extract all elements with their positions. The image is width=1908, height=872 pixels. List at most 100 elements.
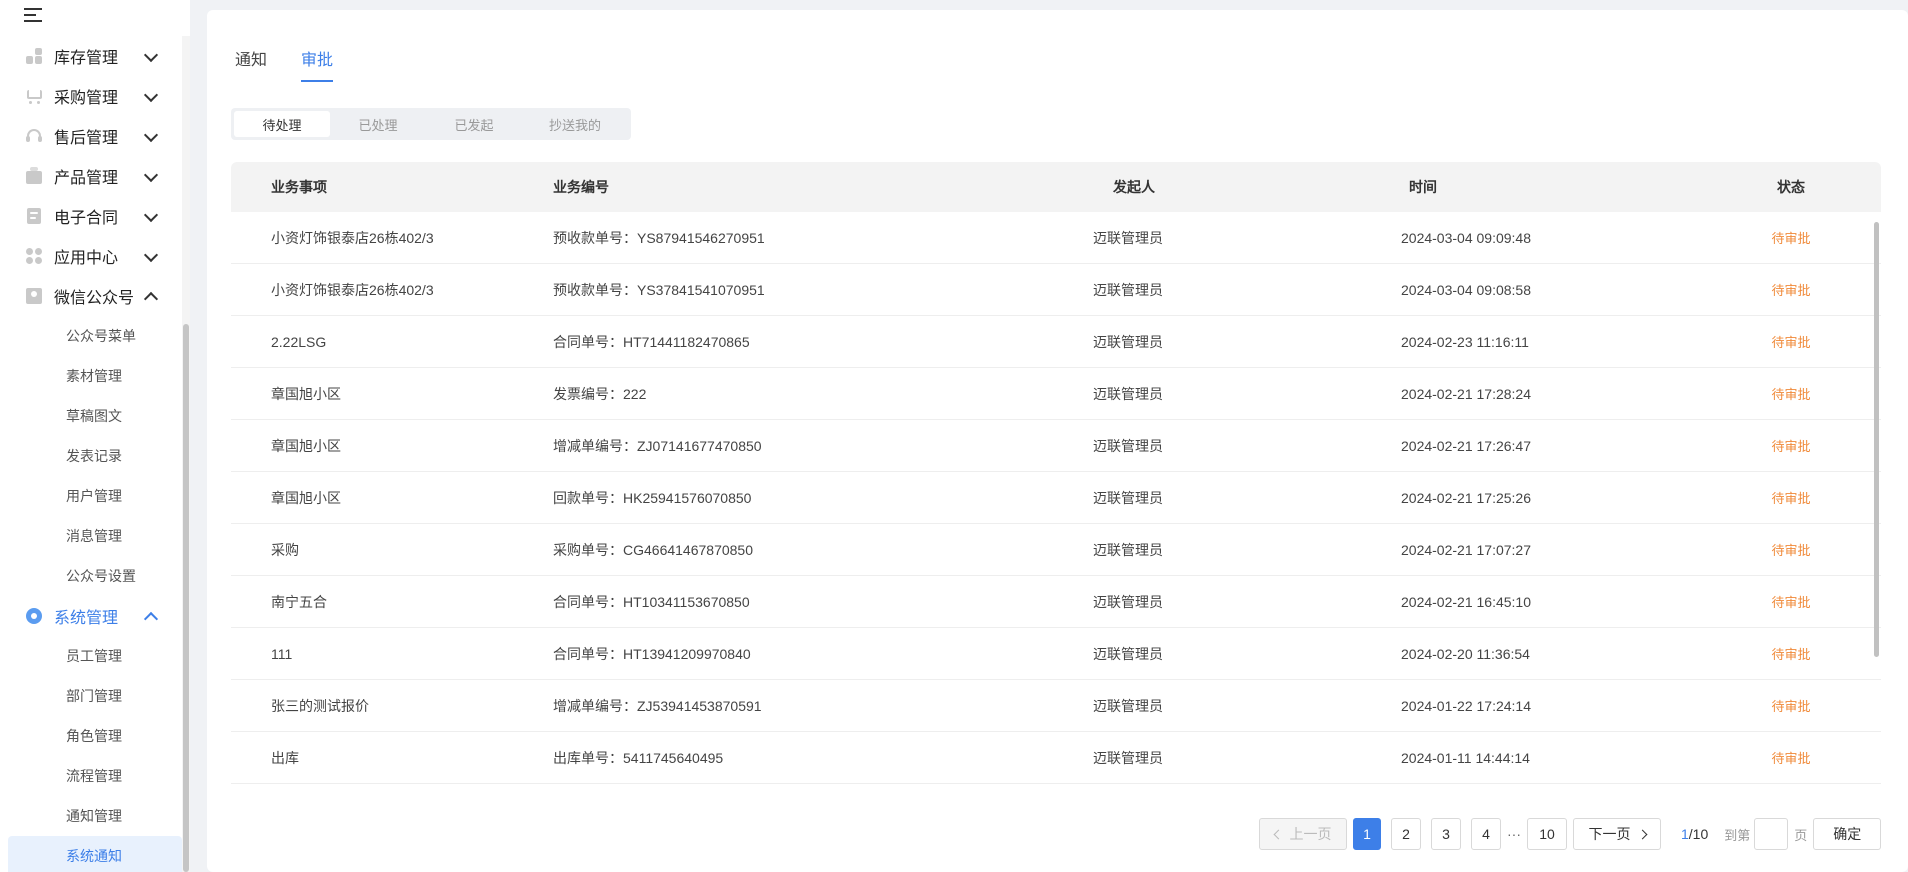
column-header: 业务事项 (271, 179, 327, 195)
table-scrollbar[interactable] (1872, 212, 1881, 794)
wechat-official-icon (24, 286, 44, 306)
sidebar-scrollbar-thumb[interactable] (183, 324, 189, 872)
sidebar-scrollbar[interactable] (182, 36, 190, 872)
menu-toggle-icon[interactable] (24, 4, 46, 26)
cell-time: 2024-02-21 17:26:47 (1401, 437, 1531, 454)
sidebar-subitem-notice-management[interactable]: 通知管理 (0, 796, 190, 836)
cell-status[interactable]: 待审批 (1731, 436, 1851, 455)
sidebar-item-label: 采购管理 (54, 90, 119, 107)
cell-status[interactable]: 待审批 (1731, 696, 1851, 715)
product-icon (24, 166, 44, 186)
cell-initiator: 迈联管理员 (1093, 437, 1163, 454)
table-row[interactable]: 111 合同单号：HT13941209970840 迈联管理员 2024-02-20 … (231, 628, 1881, 680)
sidebar-subitem-system-notice[interactable]: 系统通知 (8, 836, 182, 872)
sidebar-item-purchase[interactable]: 采购管理 (0, 76, 190, 116)
cell-status[interactable]: 待审批 (1731, 228, 1851, 247)
sidebar: 库存管理 采购管理 售后管理 产品管理 电子合同 应用中心 微信公众号 公众号菜… (0, 0, 190, 872)
segment-cc-me[interactable]: 抄送我的 (522, 111, 628, 137)
cell-business-item: 2.22LSG (271, 333, 327, 350)
sidebar-item-app-center[interactable]: 应用中心 (0, 236, 190, 276)
cell-status[interactable]: 待审批 (1731, 540, 1851, 559)
table-row[interactable]: 章国旭小区 回款单号：HK25941576070850 迈联管理员 2024-02-2… (231, 472, 1881, 524)
sidebar-menu: 库存管理 采购管理 售后管理 产品管理 电子合同 应用中心 微信公众号 公众号菜… (0, 36, 190, 872)
cell-business-number: 预收款单号：YS37841541070951 (553, 281, 765, 298)
cell-business-item: 章国旭小区 (271, 385, 341, 402)
sidebar-item-label: 产品管理 (54, 170, 119, 187)
table-row[interactable]: 小资灯饰银泰店26栋402/3 预收款单号：YS37841541070951 迈联管… (231, 264, 1881, 316)
cell-business-item: 采购 (271, 541, 299, 558)
approval-filter-segment: 待处理 已处理 已发起 抄送我的 (231, 108, 631, 140)
table-row[interactable]: 2.22LSG 合同单号：HT71441182470865 迈联管理员 2024-02… (231, 316, 1881, 368)
page-button-4[interactable]: 4 (1471, 818, 1501, 850)
sidebar-item-e-contract[interactable]: 电子合同 (0, 196, 190, 236)
sidebar-subitem-message-management[interactable]: 消息管理 (0, 516, 190, 556)
pagination-ellipsis[interactable]: ··· (1501, 826, 1527, 842)
table-row[interactable]: 章国旭小区 增减单编号：ZJ07141677470850 迈联管理员 2024-02-… (231, 420, 1881, 472)
sidebar-item-system[interactable]: 系统管理 (0, 596, 190, 636)
table-row[interactable]: 张三的测试报价 增减单编号：ZJ53941453870591 迈联管理员 2024-0… (231, 680, 1881, 732)
tab-approval[interactable]: 审批 (301, 46, 334, 82)
cell-initiator: 迈联管理员 (1093, 541, 1163, 558)
segment-pending[interactable]: 待处理 (234, 111, 330, 137)
sidebar-subitem-official-settings[interactable]: 公众号设置 (0, 556, 190, 596)
sidebar-subitem-workflows[interactable]: 流程管理 (0, 756, 190, 796)
page-button-last[interactable]: 10 (1527, 818, 1567, 850)
cell-status[interactable]: 待审批 (1731, 280, 1851, 299)
page-button-2[interactable]: 2 (1391, 818, 1421, 850)
cell-status[interactable]: 待审批 (1731, 592, 1851, 611)
prev-page-button[interactable]: 上一页 (1259, 818, 1347, 850)
sidebar-subitem-materials[interactable]: 素材管理 (0, 356, 190, 396)
next-page-button[interactable]: 下一页 (1573, 818, 1661, 850)
table-scrollbar-thumb[interactable] (1874, 222, 1879, 657)
table-row[interactable]: 出库 出库单号：5411745640495 迈联管理员 2024-01-11 14:4… (231, 732, 1881, 784)
cell-initiator: 迈联管理员 (1093, 593, 1163, 610)
segment-processed[interactable]: 已处理 (330, 111, 426, 137)
cell-business-item: 出库 (271, 749, 299, 766)
cell-initiator: 迈联管理员 (1093, 645, 1163, 662)
cell-status[interactable]: 待审批 (1731, 384, 1851, 403)
table-row[interactable]: 小资灯饰银泰店26栋402/3 预收款单号：YS87941546270951 迈联管… (231, 212, 1881, 264)
cell-time: 2024-02-21 17:25:26 (1401, 489, 1531, 506)
table-row[interactable]: 南宁五合 合同单号：HT10341153670850 迈联管理员 2024-02-21… (231, 576, 1881, 628)
sidebar-subitem-official-menu[interactable]: 公众号菜单 (0, 316, 190, 356)
chevron-up-icon (143, 611, 159, 627)
cell-time: 2024-01-22 17:24:14 (1401, 697, 1531, 714)
page-button-3[interactable]: 3 (1431, 818, 1461, 850)
cell-initiator: 迈联管理员 (1093, 229, 1163, 246)
cell-business-number: 采购单号：CG46641467870850 (553, 541, 754, 558)
contract-icon (24, 206, 44, 226)
cell-status[interactable]: 待审批 (1731, 644, 1851, 663)
cell-initiator: 迈联管理员 (1093, 749, 1163, 766)
prev-page-label: 上一页 (1289, 826, 1332, 842)
page-unit-label: 页 (1794, 827, 1808, 843)
sidebar-subitem-departments[interactable]: 部门管理 (0, 676, 190, 716)
cell-business-item: 章国旭小区 (271, 437, 341, 454)
page-button-1[interactable]: 1 (1353, 818, 1381, 850)
sidebar-subitem-roles[interactable]: 角色管理 (0, 716, 190, 756)
sidebar-subitem-user-management[interactable]: 用户管理 (0, 476, 190, 516)
cell-status[interactable]: 待审批 (1731, 488, 1851, 507)
sidebar-subitem-drafts[interactable]: 草稿图文 (0, 396, 190, 436)
table-header: 业务事项 业务编号 发起人 时间 状态 (231, 162, 1881, 212)
table-row[interactable]: 章国旭小区 发票编号：222 迈联管理员 2024-02-21 17:28:24 待审批 (231, 368, 1881, 420)
sidebar-subitem-employees[interactable]: 员工管理 (0, 636, 190, 676)
sidebar-item-wechat-official[interactable]: 微信公众号 (0, 276, 190, 316)
table-body: 小资灯饰银泰店26栋402/3 预收款单号：YS87941546270951 迈联管… (231, 212, 1881, 784)
tab-notice[interactable]: 通知 (235, 46, 267, 82)
table-row[interactable]: 采购 采购单号：CG46641467870850 迈联管理员 2024-02-21 1… (231, 524, 1881, 576)
cell-business-item: 小资灯饰银泰店26栋402/3 (271, 229, 434, 246)
cell-business-item: 章国旭小区 (271, 489, 341, 506)
cell-status[interactable]: 待审批 (1731, 332, 1851, 351)
tab-bar: 通知 审批 (235, 46, 367, 82)
segment-initiated[interactable]: 已发起 (426, 111, 522, 137)
cell-business-item: 小资灯饰银泰店26栋402/3 (271, 281, 434, 298)
sidebar-subitem-publish-records[interactable]: 发表记录 (0, 436, 190, 476)
cell-business-number: 合同单号：HT13941209970840 (553, 645, 751, 662)
confirm-goto-button[interactable]: 确定 (1813, 818, 1882, 850)
goto-page-input[interactable] (1754, 818, 1789, 850)
cell-status[interactable]: 待审批 (1731, 748, 1851, 767)
cell-business-number: 出库单号：5411745640495 (553, 749, 724, 766)
sidebar-item-product[interactable]: 产品管理 (0, 156, 190, 196)
sidebar-item-after-sales[interactable]: 售后管理 (0, 116, 190, 156)
sidebar-item-inventory[interactable]: 库存管理 (0, 36, 190, 76)
